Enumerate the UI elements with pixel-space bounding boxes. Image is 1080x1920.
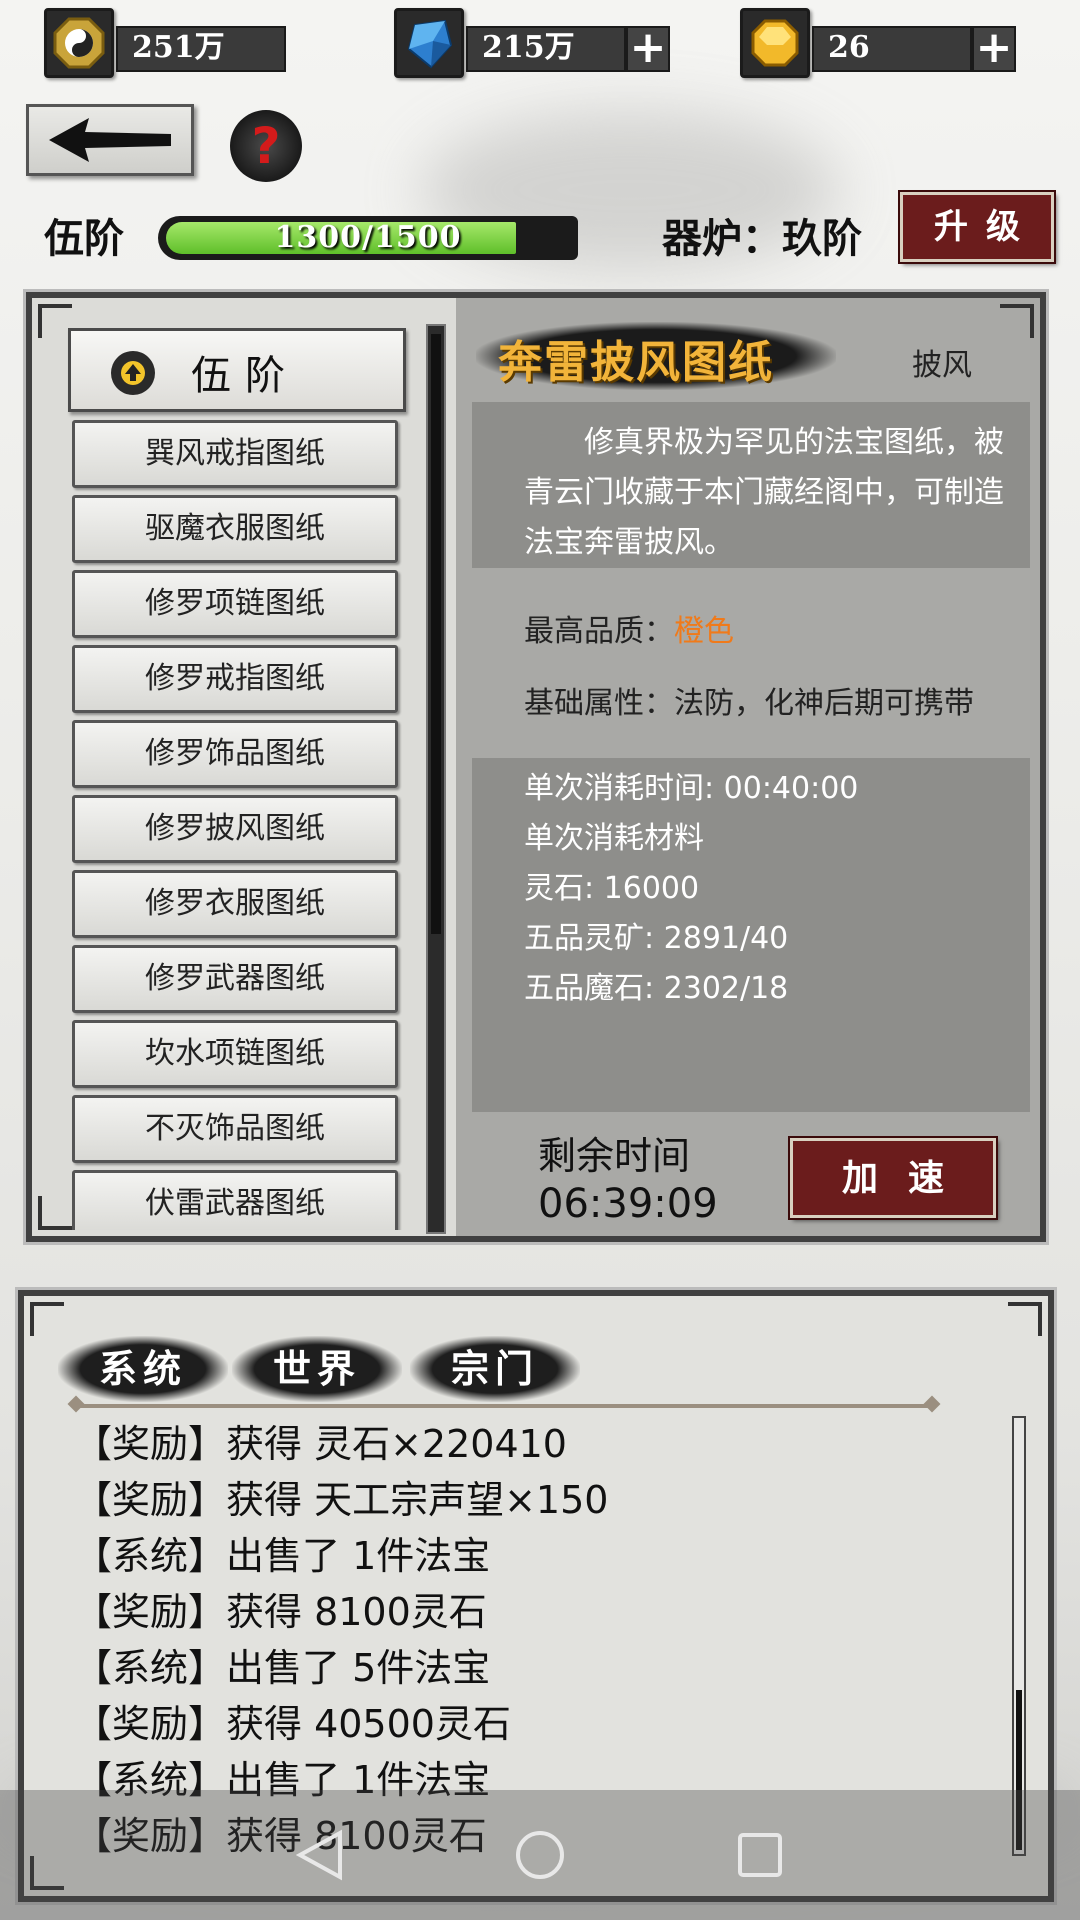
cost-line: 单次消耗时间: 00:40:00 xyxy=(524,771,859,806)
blueprint-list-item[interactable]: 修罗武器图纸 xyxy=(72,945,398,1013)
panel-corner-ornament xyxy=(1008,1302,1042,1336)
quality-value: 橙色 xyxy=(674,614,734,649)
remaining-time-value: 06:39:09 xyxy=(538,1181,718,1227)
triangle-back-icon xyxy=(296,1829,342,1881)
scrollbar-thumb[interactable] xyxy=(431,334,441,934)
current-tier-label: 伍阶 xyxy=(44,215,124,262)
cost-line: 灵石: 16000 xyxy=(524,871,700,906)
panel-corner-ornament xyxy=(1000,304,1034,338)
panel-corner-ornament xyxy=(38,1196,72,1230)
cost-box: 单次消耗时间: 00:40:00 单次消耗材料 灵石: 16000 五品灵矿: 289… xyxy=(472,758,1030,1112)
blueprint-list-item[interactable]: 修罗饰品图纸 xyxy=(72,720,398,788)
quality-row: 最高品质：橙色 xyxy=(524,606,734,650)
xp-progress-bar: 1300/1500 xyxy=(158,216,578,260)
blueprint-type: 披风 xyxy=(912,348,972,383)
blueprint-list: 巽风戒指图纸 驱魔衣服图纸 修罗项链图纸 修罗戒指图纸 修罗饰品图纸 修罗披风图纸 修罗衣服… xyxy=(72,420,406,1230)
resource-crystal: 215万 + xyxy=(394,8,674,78)
arrow-left-icon xyxy=(49,118,171,162)
arrow-up-icon xyxy=(111,351,155,395)
blueprint-list-item[interactable]: 坎水项链图纸 xyxy=(72,1020,398,1088)
nav-back-button[interactable] xyxy=(290,1825,350,1885)
spirit-coin-amount: 251万 xyxy=(116,26,286,72)
blueprint-list-item[interactable]: 伏雷武器图纸 xyxy=(72,1170,398,1230)
tier-header-button[interactable]: 伍阶 xyxy=(68,328,406,412)
message-line: 【奖励】获得 8100灵石 xyxy=(74,1590,487,1634)
resource-spirit-coin: 251万 xyxy=(44,8,286,78)
upgrade-button[interactable]: 升级 xyxy=(898,190,1056,264)
tab-world[interactable]: 世界 xyxy=(232,1336,402,1402)
back-button[interactable] xyxy=(26,104,194,176)
add-crystal-button[interactable]: + xyxy=(626,26,670,72)
cost-line: 五品魔石: 2302/18 xyxy=(524,971,789,1006)
blueprint-list-item[interactable]: 修罗戒指图纸 xyxy=(72,645,398,713)
message-line: 【奖励】获得 天工宗声望×150 xyxy=(74,1478,609,1522)
tier-header-label: 伍阶 xyxy=(191,353,299,399)
base-attributes: 基础属性：法防，化神后期可携带 xyxy=(524,686,974,721)
tab-divider xyxy=(76,1404,932,1408)
nav-recents-button[interactable] xyxy=(730,1825,790,1885)
blueprint-list-scrollbar[interactable] xyxy=(426,324,446,1234)
help-button[interactable]: ? xyxy=(230,110,302,182)
cost-line: 五品灵矿: 2891/40 xyxy=(524,921,789,956)
blueprint-list-item[interactable]: 修罗披风图纸 xyxy=(72,795,398,863)
blueprint-list-item[interactable]: 巽风戒指图纸 xyxy=(72,420,398,488)
panel-corner-ornament xyxy=(30,1302,64,1336)
tab-system[interactable]: 系统 xyxy=(58,1336,228,1402)
message-line: 【系统】出售了 1件法宝 xyxy=(74,1534,491,1578)
gold-gem-icon xyxy=(740,8,810,78)
nav-home-button[interactable] xyxy=(510,1825,570,1885)
yin-yang-coin-icon xyxy=(44,8,114,78)
message-line: 【系统】出售了 5件法宝 xyxy=(74,1646,491,1690)
tab-sect[interactable]: 宗门 xyxy=(410,1336,580,1402)
remaining-time-label: 剩余时间 xyxy=(538,1134,691,1178)
blueprint-list-item[interactable]: 驱魔衣服图纸 xyxy=(72,495,398,563)
panel-corner-ornament xyxy=(38,304,72,338)
system-navigation-bar xyxy=(0,1790,1080,1920)
resource-gold: 26 + xyxy=(740,8,1020,78)
blueprint-panel: 伍阶 巽风戒指图纸 驱魔衣服图纸 修罗项链图纸 修罗戒指图纸 修罗饰品图纸 修罗披风图纸修… xyxy=(23,289,1049,1245)
crystal-amount: 215万 xyxy=(466,26,626,72)
xp-progress-text: 1300/1500 xyxy=(274,220,462,255)
quality-label: 最高品质： xyxy=(524,614,674,649)
blue-crystal-icon xyxy=(394,8,464,78)
furnace-level-label: 器炉：玖阶 xyxy=(662,215,862,262)
cost-line: 单次消耗材料 xyxy=(524,821,704,856)
description-text: 修真界极为罕见的法宝图纸，被青云门收藏于本门藏经阁中，可制造法宝奔雷披风。 xyxy=(524,425,1004,560)
blueprint-title: 奔雷披风图纸 xyxy=(498,337,774,388)
message-line: 【奖励】获得 灵石×220410 xyxy=(74,1422,567,1466)
description-box: 修真界极为罕见的法宝图纸，被青云门收藏于本门藏经阁中，可制造法宝奔雷披风。 xyxy=(472,402,1030,568)
circle-home-icon xyxy=(516,1831,564,1879)
blueprint-list-item[interactable]: 不灭饰品图纸 xyxy=(72,1095,398,1163)
blueprint-list-item[interactable]: 修罗衣服图纸 xyxy=(72,870,398,938)
message-line: 【奖励】获得 40500灵石 xyxy=(74,1702,511,1746)
blueprint-list-item[interactable]: 修罗项链图纸 xyxy=(72,570,398,638)
gold-amount: 26 xyxy=(812,26,972,72)
speed-up-button[interactable]: 加速 xyxy=(788,1136,998,1220)
add-gold-button[interactable]: + xyxy=(972,26,1016,72)
square-recents-icon xyxy=(738,1833,782,1877)
